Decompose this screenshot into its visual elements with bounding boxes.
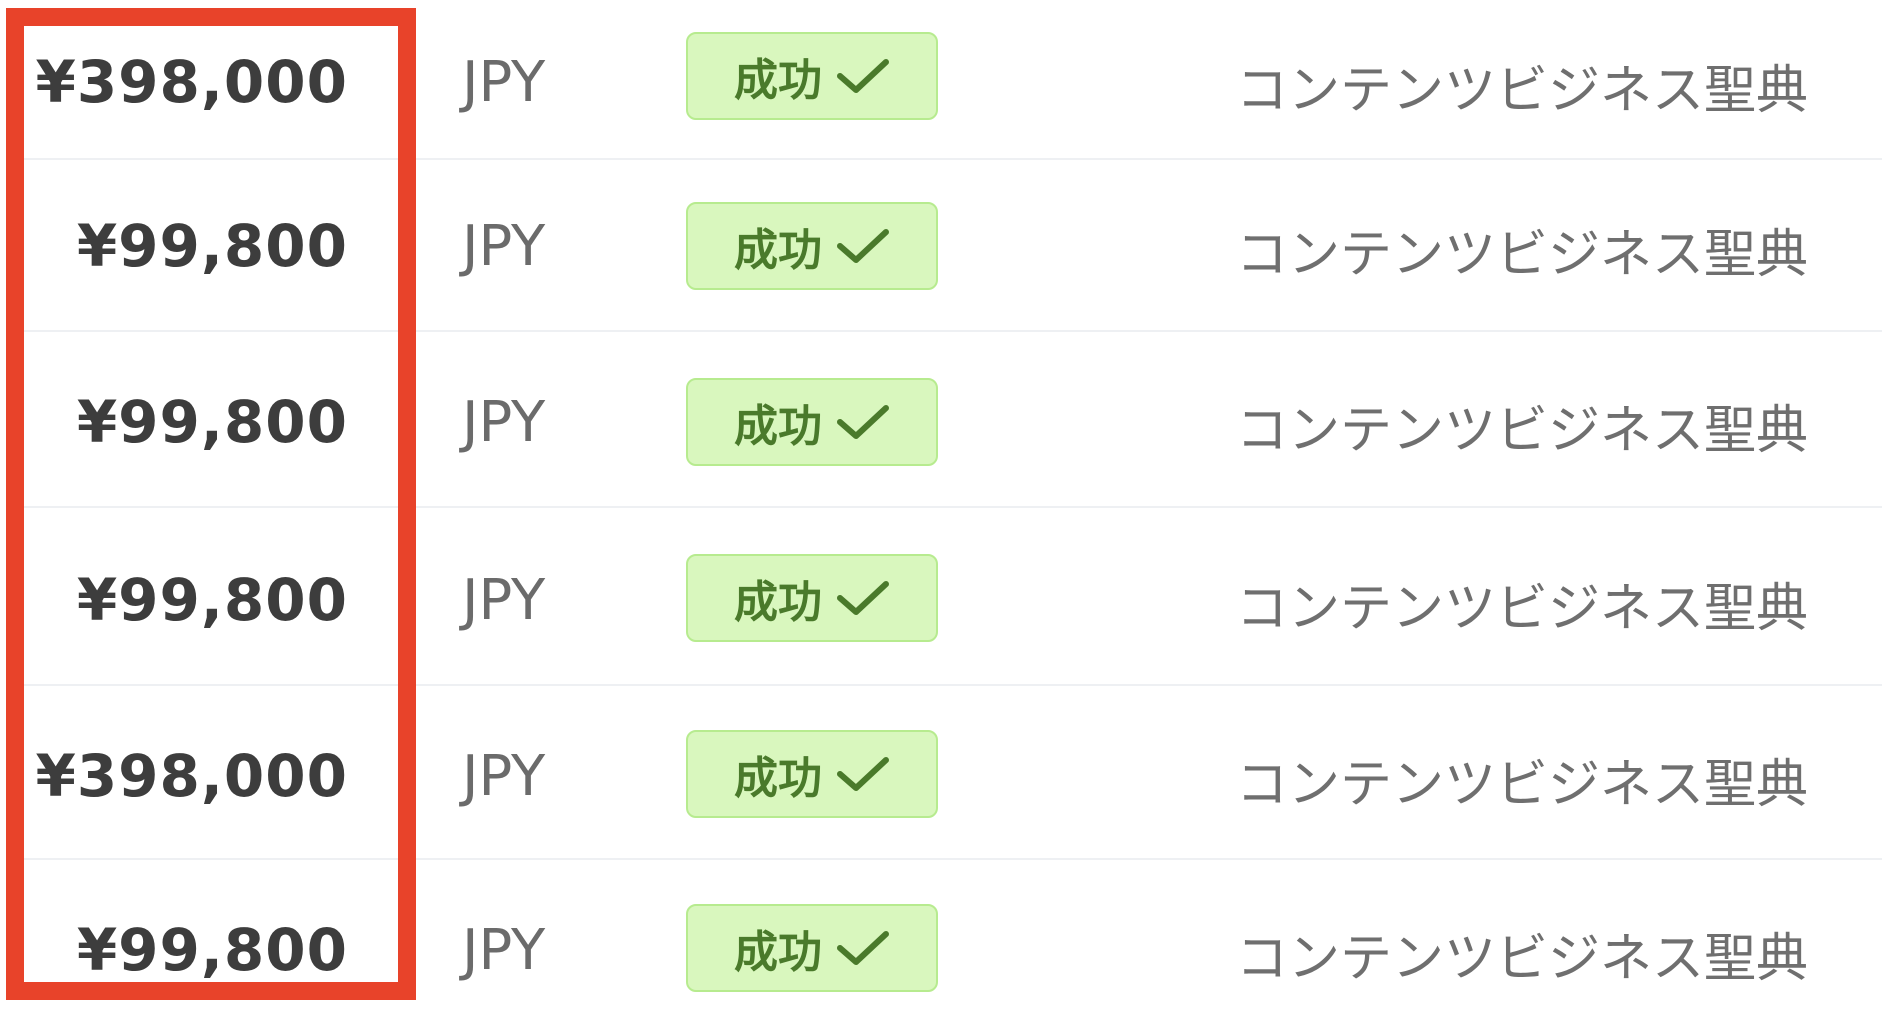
status-badge: 成功 bbox=[686, 554, 938, 642]
table-row[interactable]: ¥398,000 JPY 成功 コンテンツビジネス聖典 bbox=[0, 686, 1882, 858]
description-cell: コンテンツビジネス聖典 bbox=[1236, 579, 1809, 639]
amount-cell: ¥99,800 bbox=[76, 388, 348, 456]
check-icon bbox=[837, 59, 889, 93]
status-badge-label: 成功 bbox=[734, 753, 822, 804]
amount-cell: ¥398,000 bbox=[35, 48, 348, 116]
status-badge-label: 成功 bbox=[734, 401, 822, 452]
status-badge: 成功 bbox=[686, 904, 938, 992]
amount-cell: ¥398,000 bbox=[35, 742, 348, 810]
table-row[interactable]: ¥99,800 JPY 成功 コンテンツビジネス聖典 bbox=[0, 860, 1882, 1013]
description-cell: コンテンツビジネス聖典 bbox=[1236, 929, 1809, 989]
currency-cell: JPY bbox=[462, 744, 546, 809]
currency-cell: JPY bbox=[462, 214, 546, 279]
status-badge: 成功 bbox=[686, 202, 938, 290]
check-icon bbox=[837, 229, 889, 263]
status-badge-label: 成功 bbox=[734, 225, 822, 276]
description-cell: コンテンツビジネス聖典 bbox=[1236, 61, 1809, 121]
check-icon bbox=[837, 931, 889, 965]
payments-table: ¥398,000 JPY 成功 コンテンツビジネス聖典 ¥99,800 JPY … bbox=[0, 0, 1882, 1013]
description-cell: コンテンツビジネス聖典 bbox=[1236, 401, 1809, 461]
currency-cell: JPY bbox=[462, 918, 546, 983]
currency-cell: JPY bbox=[462, 50, 546, 115]
status-badge: 成功 bbox=[686, 730, 938, 818]
description-cell: コンテンツビジネス聖典 bbox=[1236, 225, 1809, 285]
amount-cell: ¥99,800 bbox=[76, 566, 348, 634]
status-badge-label: 成功 bbox=[734, 55, 822, 106]
table-row[interactable]: ¥99,800 JPY 成功 コンテンツビジネス聖典 bbox=[0, 160, 1882, 330]
check-icon bbox=[837, 757, 889, 791]
status-badge: 成功 bbox=[686, 378, 938, 466]
description-cell: コンテンツビジネス聖典 bbox=[1236, 755, 1809, 815]
check-icon bbox=[837, 405, 889, 439]
table-row[interactable]: ¥99,800 JPY 成功 コンテンツビジネス聖典 bbox=[0, 508, 1882, 684]
table-row[interactable]: ¥398,000 JPY 成功 コンテンツビジネス聖典 bbox=[0, 0, 1882, 158]
amount-cell: ¥99,800 bbox=[76, 916, 348, 984]
amount-cell: ¥99,800 bbox=[76, 212, 348, 280]
currency-cell: JPY bbox=[462, 568, 546, 633]
status-badge: 成功 bbox=[686, 32, 938, 120]
check-icon bbox=[837, 581, 889, 615]
table-row[interactable]: ¥99,800 JPY 成功 コンテンツビジネス聖典 bbox=[0, 332, 1882, 506]
status-badge-label: 成功 bbox=[734, 927, 822, 978]
status-badge-label: 成功 bbox=[734, 577, 822, 628]
currency-cell: JPY bbox=[462, 390, 546, 455]
